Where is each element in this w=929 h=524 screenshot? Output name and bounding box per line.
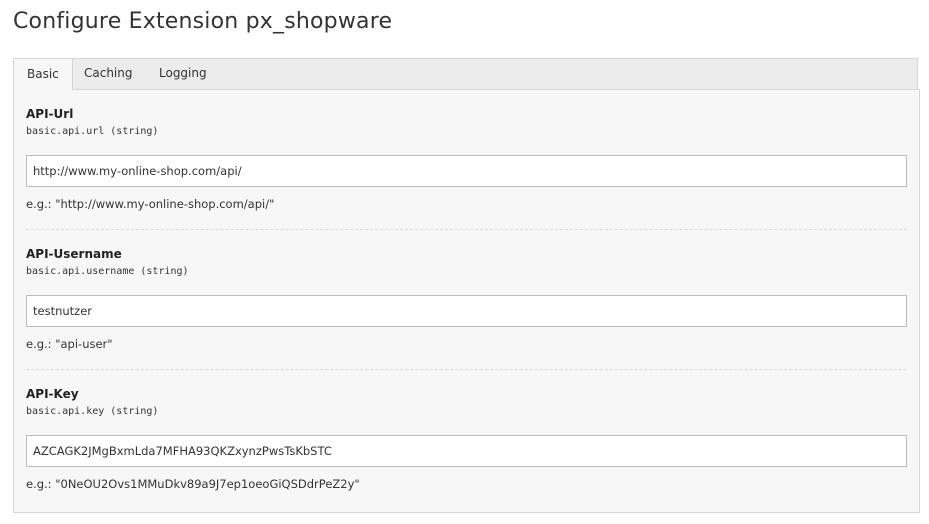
- tab-caching[interactable]: Caching: [71, 58, 146, 91]
- field-key: basic.api.username (string): [26, 266, 189, 277]
- field-label: API-Key: [26, 387, 79, 401]
- tab-bar: Basic Caching Logging: [13, 58, 918, 91]
- field-label: API-Username: [26, 247, 122, 261]
- field-example: e.g.: "0NeOU2Ovs1MMuDkv89a9J7ep1oeoGiQSD…: [26, 477, 360, 491]
- field-key: basic.api.key (string): [26, 406, 159, 417]
- api-username-input[interactable]: [26, 295, 907, 327]
- tab-logging[interactable]: Logging: [146, 58, 220, 91]
- divider: [26, 229, 907, 230]
- field-example: e.g.: "http://www.my-online-shop.com/api…: [26, 197, 275, 211]
- api-url-input[interactable]: [26, 155, 907, 187]
- page-title: Configure Extension px_shopware: [13, 9, 393, 34]
- tab-basic[interactable]: Basic: [13, 58, 73, 91]
- field-key: basic.api.url (string): [26, 126, 159, 137]
- field-example: e.g.: "api-user": [26, 337, 113, 351]
- tab-panel-basic: API-Url basic.api.url (string) e.g.: "ht…: [13, 89, 920, 513]
- api-key-input[interactable]: [26, 435, 907, 467]
- field-label: API-Url: [26, 107, 74, 121]
- divider: [26, 369, 907, 370]
